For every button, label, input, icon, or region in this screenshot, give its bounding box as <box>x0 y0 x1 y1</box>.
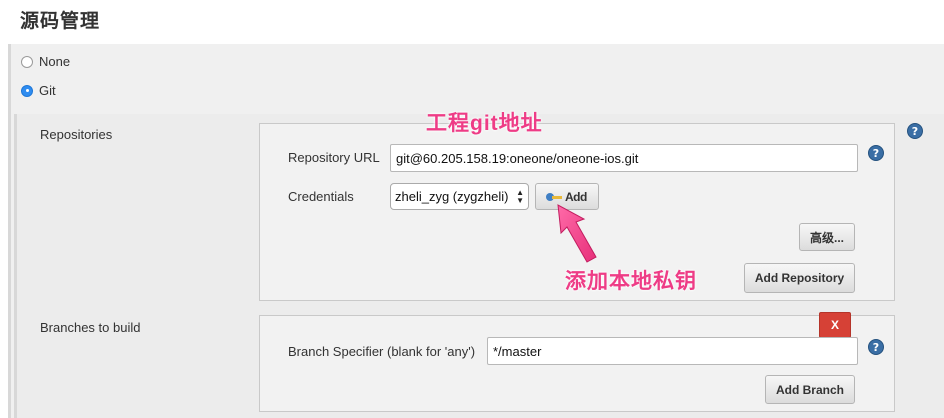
branch-specifier-input[interactable]: */master <box>487 337 858 365</box>
git-config-rule <box>14 114 17 418</box>
section-title: 源码管理 <box>20 11 101 32</box>
scm-option-none-label: None <box>39 54 71 69</box>
add-branch-button[interactable]: Add Branch <box>765 375 855 404</box>
branch-specifier-label: Branch Specifier (blank for 'any') <box>288 344 476 359</box>
branches-label: Branches to build <box>40 320 141 335</box>
radio-git[interactable] <box>21 84 33 97</box>
branch-specifier-help-icon[interactable]: ? <box>868 339 884 355</box>
radio-none[interactable] <box>21 55 33 68</box>
annotation-arrow <box>557 204 597 263</box>
repositories-label: Repositories <box>40 127 113 142</box>
repository-url-help-icon[interactable]: ? <box>868 145 884 161</box>
repositories-help-icon[interactable]: ? <box>907 123 923 139</box>
scm-option-git-label: Git <box>39 83 56 98</box>
credentials-select[interactable]: zheli_zyg (zygzheli) ▲ ▼ <box>390 183 529 210</box>
git-url-annotation: 工程git地址 <box>426 112 543 135</box>
select-arrows-icon: ▲ ▼ <box>516 187 524 205</box>
repository-url-label: Repository URL <box>288 150 380 165</box>
credentials-selected-value: zheli_zyg (zygzheli) <box>395 189 509 204</box>
annotation-arrow-shape <box>557 204 597 263</box>
scm-option-git[interactable]: Git <box>21 83 56 98</box>
repository-url-input[interactable]: git@60.205.158.19:oneone/oneone-ios.git <box>390 144 858 172</box>
delete-branch-button[interactable]: X <box>819 312 851 338</box>
add-repository-button[interactable]: Add Repository <box>744 263 855 293</box>
credentials-label: Credentials <box>288 189 354 204</box>
scm-option-none[interactable]: None <box>21 54 70 69</box>
advanced-button[interactable]: 高级... <box>799 223 855 251</box>
scm-section-rule <box>8 44 11 418</box>
